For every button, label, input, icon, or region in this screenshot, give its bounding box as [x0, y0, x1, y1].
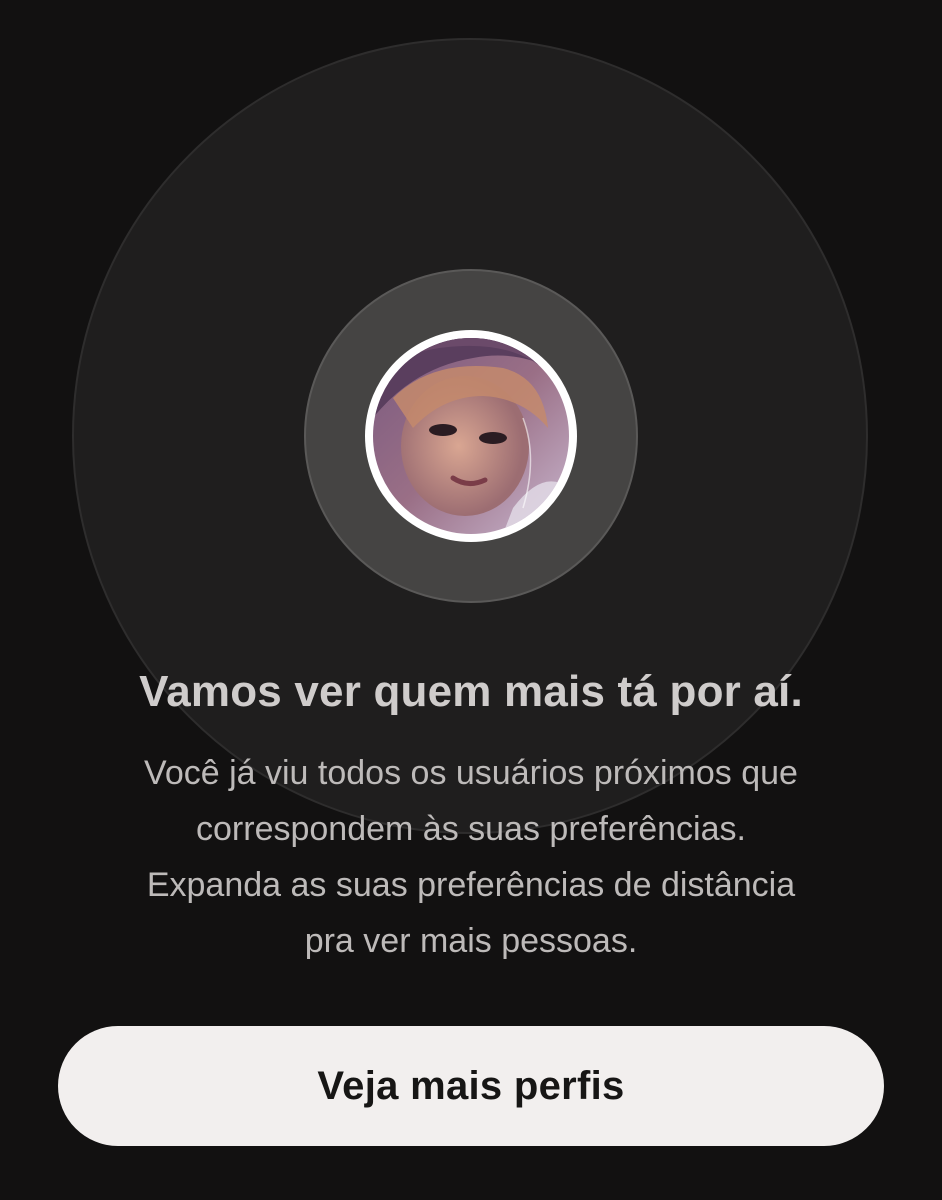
user-photo-icon [373, 338, 569, 534]
empty-state-title: Vamos ver quem mais tá por aí. [139, 667, 803, 716]
empty-state-description: Você já viu todos os usuários próximos q… [60, 745, 882, 969]
avatar [373, 338, 569, 534]
description-line: Expanda as suas preferências de distânci… [146, 866, 796, 904]
description-line: correspondem às suas preferências. [196, 810, 746, 848]
avatar-ring [365, 330, 577, 542]
empty-state-screen: Vamos ver quem mais tá por aí. Você já v… [0, 0, 942, 1200]
description-line: pra ver mais pessoas. [304, 922, 638, 960]
see-more-profiles-button[interactable]: Veja mais perfis [58, 1026, 884, 1146]
description-line: Você já viu todos os usuários próximos q… [144, 754, 798, 792]
